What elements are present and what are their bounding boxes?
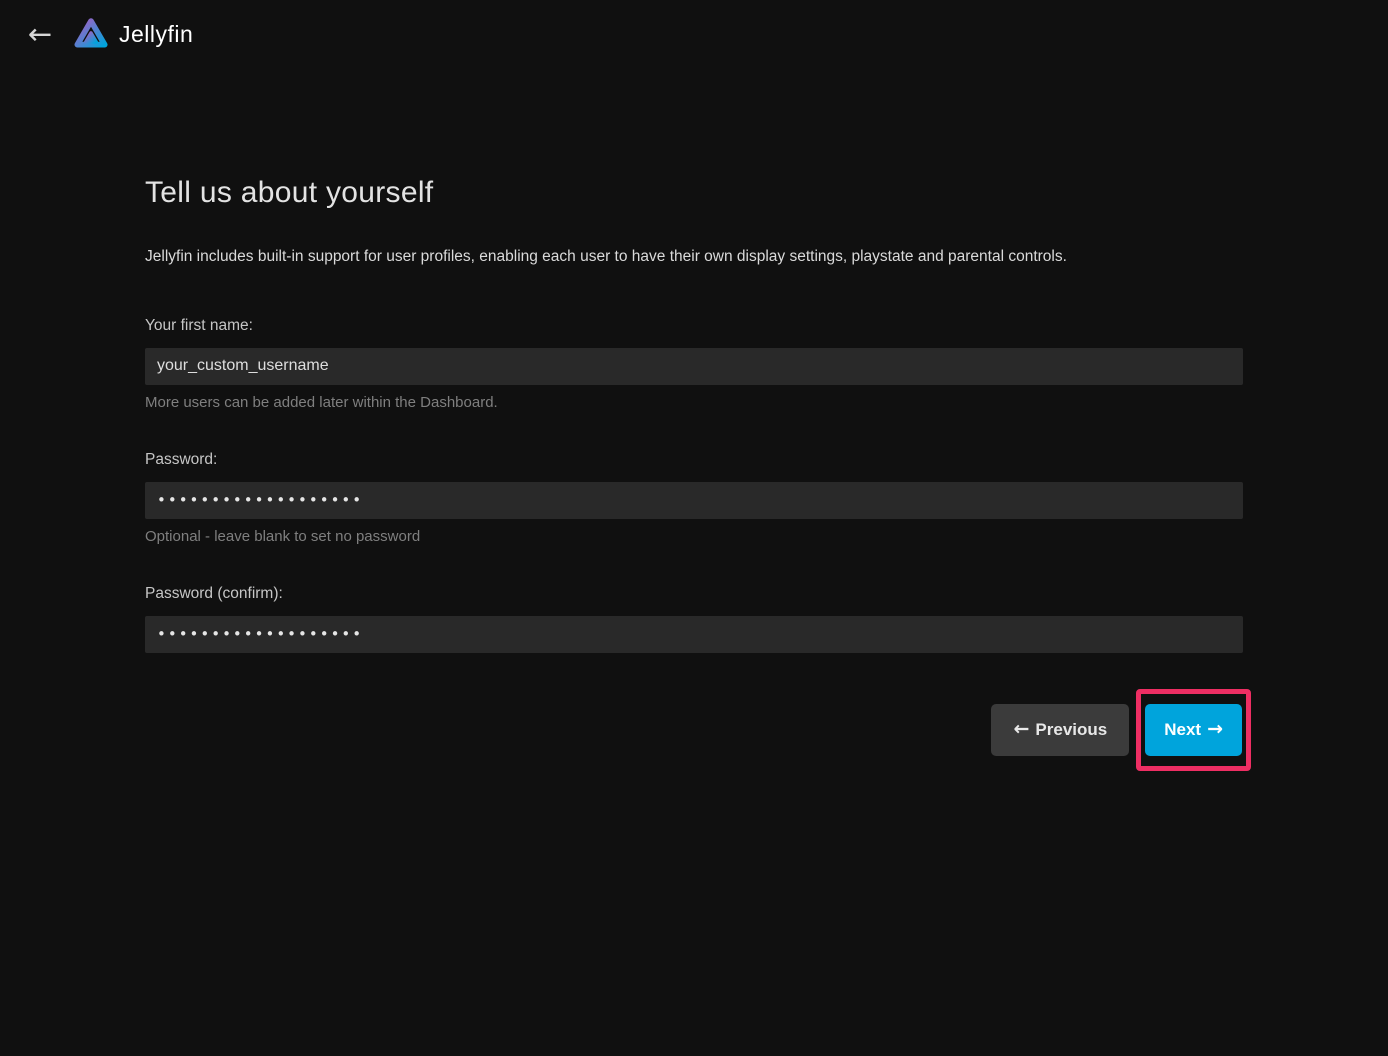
arrow-right-icon: →	[1207, 720, 1223, 739]
previous-button-label: Previous	[1035, 720, 1107, 740]
username-input[interactable]	[145, 348, 1243, 385]
page-title: Tell us about yourself	[145, 176, 1243, 210]
password-helper-text: Optional - leave blank to set no passwor…	[145, 528, 1243, 545]
wizard-button-row: ← Previous Next →	[145, 689, 1243, 771]
next-button[interactable]: Next →	[1145, 704, 1242, 756]
app-title: Jellyfin	[119, 21, 193, 48]
jellyfin-logo-icon	[72, 15, 110, 53]
password-confirm-field-group: Password (confirm):	[145, 585, 1243, 653]
password-field-group: Password: Optional - leave blank to set …	[145, 451, 1243, 545]
brand: Jellyfin	[72, 15, 193, 53]
username-helper-text: More users can be added later within the…	[145, 394, 1243, 411]
username-label: Your first name:	[145, 317, 1243, 335]
setup-wizard-page: Tell us about yourself Jellyfin includes…	[145, 176, 1243, 771]
previous-button[interactable]: ← Previous	[991, 704, 1129, 756]
back-button[interactable]: ←	[18, 12, 62, 56]
back-arrow-icon: ←	[28, 20, 52, 49]
annotation-highlight-box: Next →	[1136, 689, 1251, 771]
password-confirm-input[interactable]	[145, 616, 1243, 653]
username-field-group: Your first name: More users can be added…	[145, 317, 1243, 411]
password-input[interactable]	[145, 482, 1243, 519]
top-bar: ← Jellyfin	[0, 0, 1388, 68]
password-label: Password:	[145, 451, 1243, 469]
page-description: Jellyfin includes built-in support for u…	[145, 248, 1243, 267]
arrow-left-icon: ←	[1013, 720, 1029, 739]
next-button-label: Next	[1164, 720, 1201, 740]
password-confirm-label: Password (confirm):	[145, 585, 1243, 603]
